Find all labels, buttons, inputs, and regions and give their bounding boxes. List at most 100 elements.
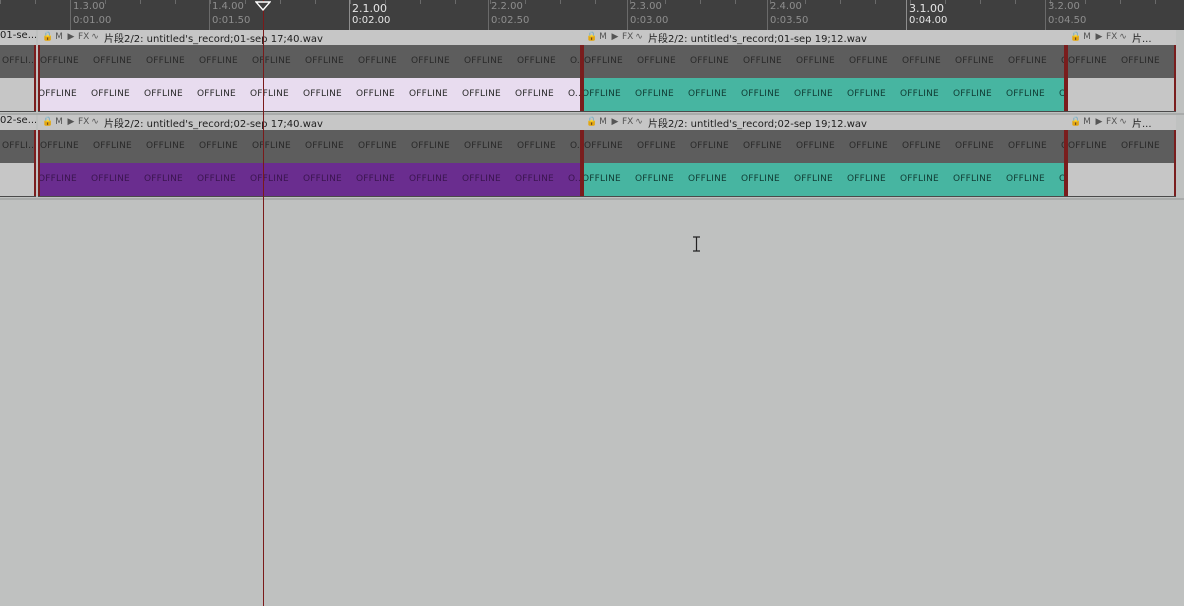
mute-button[interactable]: M [1082,32,1092,43]
offline-label: OFFLINE [900,89,939,99]
media-item-header[interactable]: 🔒 M ▶ FX ∿ 片段2/2: untitled's_record;02-sep 17… [38,115,582,130]
envelope-icon[interactable]: ∿ [1118,32,1128,43]
ruler-minor-tick [280,0,281,4]
ruler-minor-tick [420,0,421,4]
ruler-minor-tick [350,0,351,4]
track-lane[interactable]: 02-se... OFFLI... 🔒 M ▶ FX ∿ 片段2/2: untitled's_… [0,115,1184,200]
ruler-measure-label: 3.1.00 [909,2,944,15]
item-right-edge-handle[interactable] [34,45,36,112]
item-right-edge-handle[interactable] [1174,45,1176,112]
item-left-edge-handle[interactable] [38,130,40,197]
track-area[interactable]: 01-se... OFFLI... 🔒 M ▶ FX ∿ 片段2/2: untitled's_… [0,30,1184,606]
ruler-minor-tick [210,0,211,4]
ruler-minor-tick [805,0,806,4]
media-item[interactable]: 🔒 M ▶ FX ∿ 片段2/2: untitled's_record;02-sep 17… [38,115,582,197]
offline-label: OFFLINE [356,174,395,184]
offline-label: OFFLINE [40,56,79,66]
fx-button[interactable]: FX [1106,32,1117,43]
media-item-title: 片段2/2: untitled's_record;01-sep 17;40.wa… [104,34,323,45]
item-right-edge-handle[interactable] [1174,130,1176,197]
offline-label: OFFLINE [1121,141,1160,151]
timeline-ruler[interactable]: 1.3.00 0:01.00 1.4.00 0:01.50 2.1.00 0:02.00 2… [0,0,1184,30]
lock-icon[interactable]: 🔒 [42,117,53,128]
media-item[interactable]: 🔒 M ▶ FX ∿ 片段2/2: untitled's_record;01-sep 19… [582,30,1066,112]
ruler-measure-label: 2.4.00 [770,1,802,12]
media-item-header[interactable]: 02-se... [0,115,36,130]
item-left-edge-handle[interactable] [38,45,40,112]
fx-button[interactable]: FX [1106,117,1117,128]
take-comment-icon[interactable]: ▶ [66,32,76,43]
fx-button[interactable]: FX [78,117,89,128]
offline-label: OFFLINE [690,56,729,66]
media-item-header[interactable]: 01-se... [0,30,36,45]
mute-button[interactable]: M [598,32,608,43]
media-item[interactable]: 🔒 M ▶ FX ∿ 片段2/2: untitled's_record;02-sep 19… [582,115,1066,197]
offline-label: OFFLINE [409,174,448,184]
fx-button[interactable]: FX [78,32,89,43]
media-item-header[interactable]: 🔒 M ▶ FX ∿ 片... [1066,115,1176,130]
ruler-time-label: 0:01.00 [73,15,112,26]
track-lane[interactable]: 01-se... OFFLI... 🔒 M ▶ FX ∿ 片段2/2: untitled's_… [0,30,1184,115]
lock-icon[interactable]: 🔒 [586,32,597,43]
offline-label: OFFLINE [303,89,342,99]
lock-icon[interactable]: 🔒 [42,32,53,43]
envelope-icon[interactable]: ∿ [90,117,100,128]
take-comment-icon[interactable]: ▶ [66,117,76,128]
envelope-icon[interactable]: ∿ [1118,117,1128,128]
item-left-edge-handle[interactable] [582,130,584,197]
offline-label: OFFLINE [635,89,674,99]
ruler-minor-tick [140,0,141,4]
media-item[interactable]: 🔒 M ▶ FX ∿ 片... OFFLINE OFFLINE [1066,30,1176,112]
take-comment-icon[interactable]: ▶ [1094,32,1104,43]
take-comment-icon[interactable]: ▶ [610,117,620,128]
ruler-minor-tick [700,0,701,4]
offline-channel-bottom: OFFLINE OFFLINE OFFLINE OFFLINE OFFLINE OFFLI… [582,78,1066,111]
mute-button[interactable]: M [54,32,64,43]
ruler-minor-tick [315,0,316,4]
envelope-icon[interactable]: ∿ [634,117,644,128]
offline-label: OFFLINE [409,89,448,99]
ruler-minor-tick [665,0,666,4]
ruler-minor-tick [1085,0,1086,4]
offline-label: OFFLINE [199,56,238,66]
item-left-edge-handle[interactable] [1066,130,1068,197]
ruler-measure-label: 1.3.00 [73,1,105,12]
media-item-title: 片... [1132,34,1152,45]
offline-label: OFFLINE [144,89,183,99]
media-item[interactable]: 🔒 M ▶ FX ∿ 片... OFFLINE OFFLINE [1066,115,1176,197]
take-comment-icon[interactable]: ▶ [610,32,620,43]
media-item-header[interactable]: 🔒 M ▶ FX ∿ 片... [1066,30,1176,45]
media-item-header[interactable]: 🔒 M ▶ FX ∿ 片段2/2: untitled's_record;02-sep 19… [582,115,1066,130]
lock-icon[interactable]: 🔒 [1070,32,1081,43]
envelope-icon[interactable]: ∿ [90,32,100,43]
offline-channel-top: OFFLI... [0,130,36,163]
playhead-marker-icon[interactable] [255,1,271,11]
item-left-edge-handle[interactable] [582,45,584,112]
play-cursor-line[interactable] [263,0,264,606]
offline-label: OFFLINE [953,89,992,99]
offline-channel-top: OFFLINE OFFLINE OFFLINE OFFLINE OFFLINE OFFLI… [582,130,1066,163]
mute-button[interactable]: M [598,117,608,128]
media-item-header[interactable]: 🔒 M ▶ FX ∿ 片段2/2: untitled's_record;01-sep 17… [38,30,582,45]
offline-channel-bottom: OFFLINE OFFLINE OFFLINE OFFLINE OFFLINE OFFLI… [582,163,1066,196]
lock-icon[interactable]: 🔒 [586,117,597,128]
envelope-icon[interactable]: ∿ [634,32,644,43]
offline-label: OFFLINE [582,89,621,99]
item-left-edge-handle[interactable] [1066,45,1068,112]
fx-button[interactable]: FX [622,32,633,43]
item-right-edge-handle[interactable] [34,130,36,197]
media-item[interactable]: 🔒 M ▶ FX ∿ 片段2/2: untitled's_record;01-sep 17… [38,30,582,112]
ruler-time-label: 0:03.50 [770,15,809,26]
take-comment-icon[interactable]: ▶ [1094,117,1104,128]
mute-button[interactable]: M [1082,117,1092,128]
ruler-tick [906,0,907,30]
media-item[interactable]: 02-se... OFFLI... [0,115,36,197]
media-item[interactable]: 01-se... OFFLI... [0,30,36,112]
offline-label: OFFLINE [252,56,291,66]
lock-icon[interactable]: 🔒 [1070,117,1081,128]
ruler-tick [488,0,489,30]
fx-button[interactable]: FX [622,117,633,128]
media-item-header[interactable]: 🔒 M ▶ FX ∿ 片段2/2: untitled's_record;01-sep 19… [582,30,1066,45]
mute-button[interactable]: M [54,117,64,128]
offline-label: OFFLINE [849,56,888,66]
